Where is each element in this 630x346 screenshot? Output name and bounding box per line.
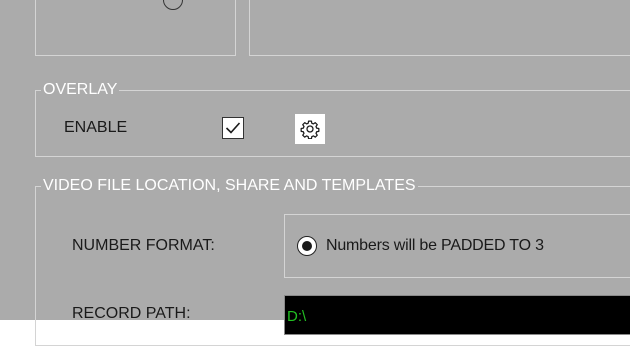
record-path-label: RECORD PATH:	[72, 305, 191, 322]
number-format-option-label[interactable]: Numbers will be PADDED TO 3	[326, 236, 544, 256]
overlay-group-title: OVERLAY	[41, 80, 120, 100]
top-right-frame	[249, 0, 630, 56]
enable-label: ENABLE	[64, 119, 128, 136]
settings-panel: OVERLAY ENABLE VIDEO FILE LOCATION, SHAR…	[0, 0, 630, 346]
checkmark-icon	[225, 122, 241, 134]
number-format-radio[interactable]	[297, 236, 317, 256]
gear-icon	[300, 120, 320, 139]
video-location-group-title: VIDEO FILE LOCATION, SHARE AND TEMPLATES	[41, 176, 418, 196]
overlay-enable-checkbox[interactable]	[222, 117, 244, 139]
record-path-input[interactable]	[284, 295, 630, 335]
number-format-label: NUMBER FORMAT:	[72, 237, 215, 254]
top-left-frame	[35, 0, 236, 56]
radio-selected-dot	[302, 241, 312, 251]
overlay-settings-button[interactable]	[295, 114, 325, 144]
